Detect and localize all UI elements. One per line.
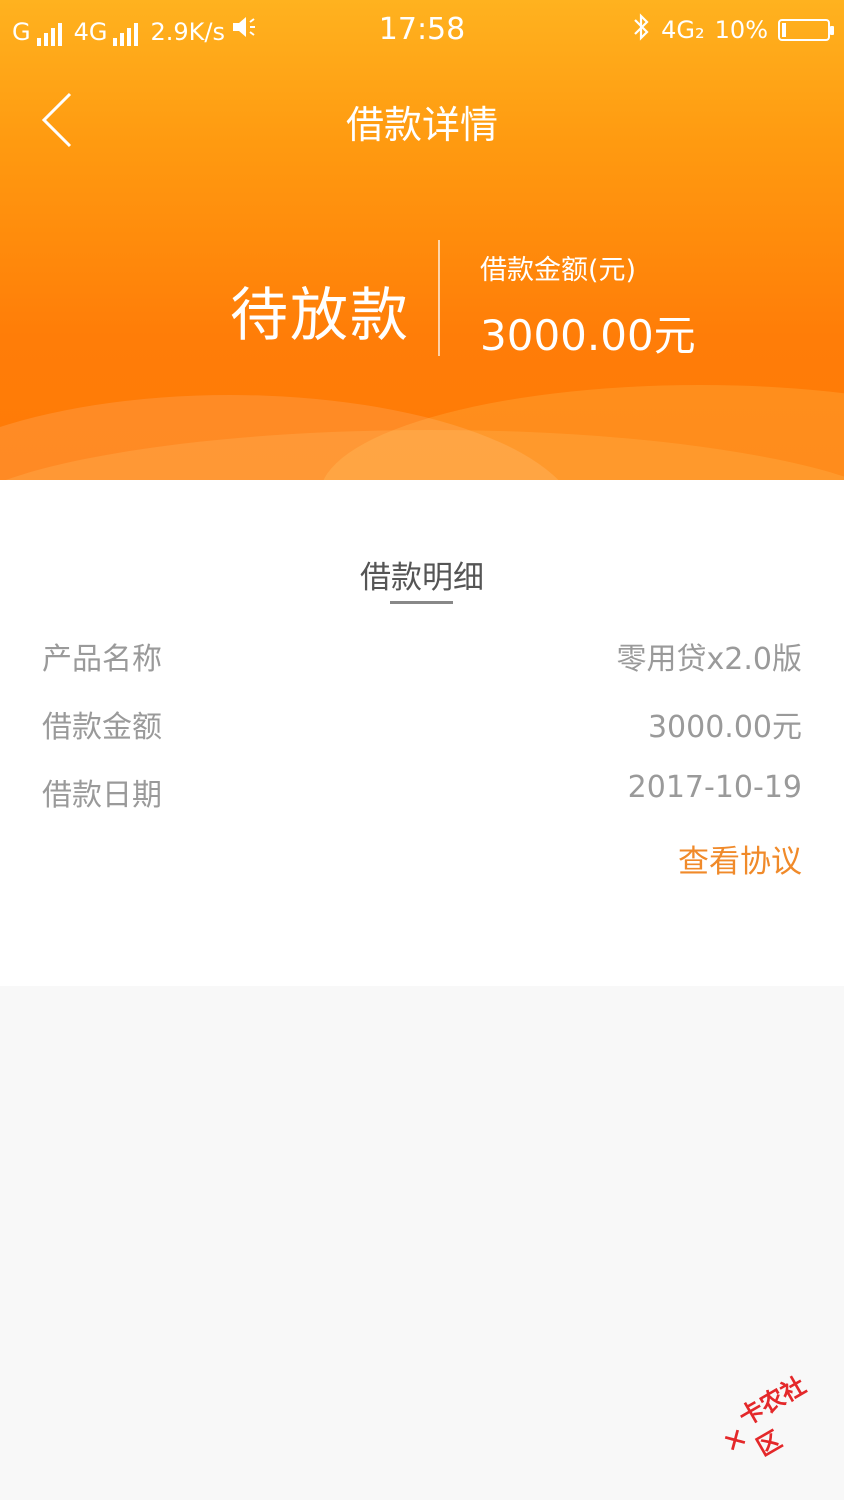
detail-label: 借款日期 <box>42 778 162 813</box>
battery-percent: 10% <box>714 16 768 44</box>
detail-row-product: 产品名称 零用贷x2.0版 <box>42 634 802 684</box>
loan-status: 待放款 <box>230 281 411 349</box>
decor-wave <box>320 385 844 480</box>
view-agreement-link[interactable]: 查看协议 <box>678 836 802 881</box>
status-right: 4G₂ 10% <box>631 12 834 48</box>
details-card: 借款明细 产品名称 零用贷x2.0版 借款金额 3000.00元 借款日期 20… <box>0 480 844 986</box>
battery-icon <box>778 19 834 41</box>
detail-value: 零用贷x2.0版 <box>616 642 802 677</box>
detail-row-date: 借款日期 2017-10-19 <box>42 770 802 820</box>
amount-value: 3000.00元 <box>480 311 696 360</box>
bluetooth-icon <box>631 12 651 48</box>
section-title: 借款明细 <box>360 560 484 596</box>
page-title: 借款详情 <box>345 103 498 147</box>
amount-label: 借款金额(元) <box>480 255 637 286</box>
detail-label: 产品名称 <box>42 642 162 677</box>
detail-value: 2017-10-19 <box>627 770 802 805</box>
watermark: ✕ 卡农社区 <box>710 1370 827 1472</box>
status-bar: G 4G 2.9K/s 17:58 4G₂ 10% <box>0 0 844 58</box>
summary-divider <box>438 240 440 356</box>
network-type: 4G₂ <box>661 16 705 44</box>
detail-row-amount: 借款金额 3000.00元 <box>42 702 802 752</box>
navigation-bar: 借款详情 <box>0 80 844 160</box>
section-underline <box>390 601 453 604</box>
detail-label: 借款金额 <box>42 710 162 745</box>
header-banner: G 4G 2.9K/s 17:58 4G₂ 10% 借款详情 待放款 借款金额(… <box>0 0 844 480</box>
detail-value: 3000.00元 <box>647 710 802 745</box>
